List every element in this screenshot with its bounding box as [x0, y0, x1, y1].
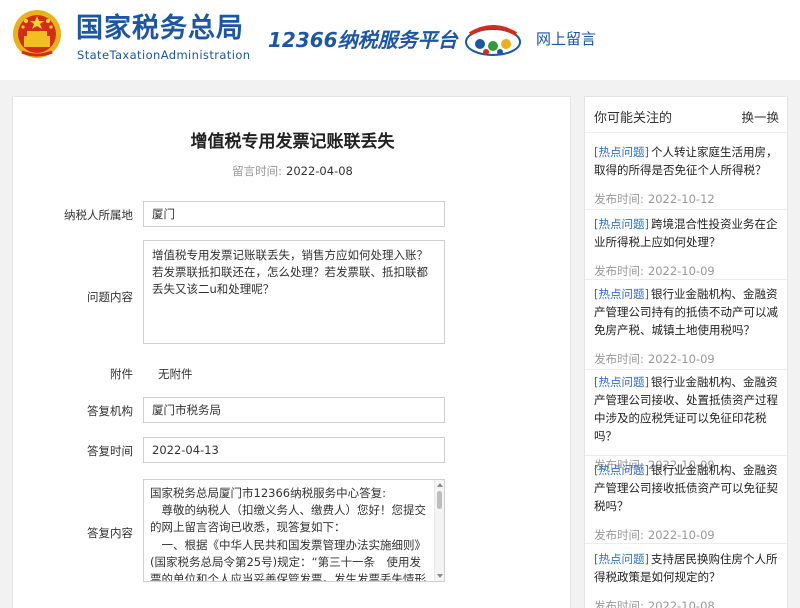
news-date: 发布时间: 2022-10-08 — [594, 598, 780, 608]
news-tag: [热点问题] — [594, 375, 649, 389]
agency-field: 厦门市税务局 — [143, 397, 445, 423]
news-divider — [585, 369, 787, 370]
news-tag: [热点问题] — [594, 463, 649, 477]
news-divider — [585, 279, 787, 280]
national-emblem-icon — [13, 10, 61, 58]
news-title[interactable]: [热点问题] 跨境混合性投资业务在企业所得税上应如何处理？ — [594, 215, 780, 251]
sidebar-title: 你可能关注的 — [594, 111, 673, 126]
news-tag: [热点问题] — [594, 145, 649, 159]
reply-line: 国家税务总局厦门市12366纳税服务中心答复: — [150, 486, 386, 500]
news-item[interactable]: [热点问题] 银行业金融机构、金融资产管理公司接收、处置抵债资产过程中涉及的应税凭… — [594, 373, 780, 473]
reply-content-box[interactable]: 国家税务总局厦门市12366纳税服务中心答复: 尊敬的纳税人（扣缴义务人、缴费人… — [143, 479, 445, 582]
scroll-up-icon[interactable] — [436, 481, 444, 489]
platform-logo-icon — [465, 25, 521, 56]
news-title[interactable]: [热点问题] 个人转让家庭生活用房，取得的所得是否免征个人所得税？ — [594, 143, 780, 179]
attachment-value: 无附件 — [158, 367, 193, 381]
message-date-label: 留言时间: — [232, 164, 283, 178]
news-title[interactable]: [热点问题] 银行业金融机构、金融资产管理公司接收、处置抵债资产过程中涉及的应税凭… — [594, 373, 780, 445]
message-date-value: 2022-04-08 — [286, 164, 353, 178]
news-date: 发布时间: 2022-10-09 — [594, 263, 780, 279]
news-divider — [585, 455, 787, 456]
reply-time-label: 答复时间 — [87, 444, 133, 458]
news-item[interactable]: [热点问题] 银行业金融机构、金融资产管理公司接收抵债资产可以免征契税吗？ 发布时… — [594, 461, 780, 543]
news-date-value: 2022-10-09 — [647, 264, 715, 278]
news-date-value: 2022-10-08 — [647, 599, 715, 608]
news-item[interactable]: [热点问题] 银行业金融机构、金融资产管理公司持有的抵债不动产可以减免房产税、城镇… — [594, 285, 780, 367]
news-divider — [585, 543, 787, 544]
sidebar-header: 你可能关注的 换一换 — [585, 97, 787, 133]
region-field: 厦门 — [143, 201, 445, 227]
news-date-value: 2022-10-12 — [647, 192, 715, 206]
news-date: 发布时间: 2022-10-09 — [594, 351, 780, 367]
scroll-thumb[interactable] — [437, 491, 442, 509]
news-date-value: 2022-10-09 — [647, 352, 715, 366]
news-tag: [热点问题] — [594, 552, 649, 566]
news-item[interactable]: [热点问题] 跨境混合性投资业务在企业所得税上应如何处理？ 发布时间: 2022-1… — [594, 215, 780, 279]
agency-label: 答复机构 — [87, 404, 133, 418]
reply-line: 尊敬的纳税人（扣缴义务人、缴费人）您好！您提交的网上留言咨询已收悉，现答复如下： — [150, 503, 426, 535]
reply-time-field: 2022-04-13 — [143, 437, 445, 463]
news-title[interactable]: [热点问题] 支持居民换购住房个人所得税政策是如何规定的？ — [594, 550, 780, 586]
platform-title: 12366纳税服务平台 — [268, 28, 458, 52]
region-label: 纳税人所属地 — [64, 208, 133, 222]
news-tag: [热点问题] — [594, 287, 649, 301]
news-date-label: 发布时间: — [594, 352, 644, 366]
news-tag: [热点问题] — [594, 217, 649, 231]
attachment-label: 附件 — [110, 367, 133, 381]
related-sidebar: 你可能关注的 换一换 [热点问题] 个人转让家庭生活用房，取得的所得是否免征个人所… — [584, 96, 788, 608]
message-title: 增值税专用发票记账联丢失 — [190, 132, 395, 152]
reply-scrollbar[interactable] — [434, 480, 444, 581]
news-date: 发布时间: 2022-10-09 — [594, 527, 780, 543]
message-date: 留言时间: 2022-04-08 — [13, 163, 572, 179]
question-field: 增值税专用发票记账联丢失，销售方应如何处理入账？若发票联抵扣联还在，怎么处理？若… — [143, 240, 445, 344]
site-subtitle: StateTaxationAdministration — [77, 48, 251, 62]
site-title: 国家税务总局 — [76, 13, 244, 44]
reply-content-text: 国家税务总局厦门市12366纳税服务中心答复: 尊敬的纳税人（扣缴义务人、缴费人… — [144, 480, 434, 582]
news-date-label: 发布时间: — [594, 528, 644, 542]
nav-online-message[interactable]: 网上留言 — [536, 28, 596, 49]
news-date-label: 发布时间: — [594, 264, 644, 278]
question-label: 问题内容 — [87, 290, 133, 304]
refresh-button[interactable]: 换一换 — [741, 107, 779, 126]
reply-label: 答复内容 — [87, 526, 133, 540]
news-item[interactable]: [热点问题] 支持居民换购住房个人所得税政策是如何规定的？ 发布时间: 2022-1… — [594, 550, 780, 608]
scroll-down-icon[interactable] — [436, 572, 444, 580]
reply-line: 一、根据《中华人民共和国发票管理办法实施细则》(国家税务总局令第25号)规定：“… — [150, 537, 426, 582]
message-detail-panel: 增值税专用发票记账联丢失 留言时间: 2022-04-08 纳税人所属地 厦门 问… — [12, 96, 571, 608]
news-item[interactable]: [热点问题] 个人转让家庭生活用房，取得的所得是否免征个人所得税？ 发布时间: 20… — [594, 143, 780, 207]
news-title[interactable]: [热点问题] 银行业金融机构、金融资产管理公司持有的抵债不动产可以减免房产税、城镇… — [594, 285, 780, 339]
news-date: 发布时间: 2022-10-12 — [594, 191, 780, 207]
news-title[interactable]: [热点问题] 银行业金融机构、金融资产管理公司接收抵债资产可以免征契税吗？ — [594, 461, 780, 515]
news-date-label: 发布时间: — [594, 599, 644, 608]
news-date-value: 2022-10-09 — [647, 528, 715, 542]
news-divider — [585, 209, 787, 210]
site-header: 国家税务总局 StateTaxationAdministration 12366… — [0, 0, 800, 80]
news-date-label: 发布时间: — [594, 192, 644, 206]
